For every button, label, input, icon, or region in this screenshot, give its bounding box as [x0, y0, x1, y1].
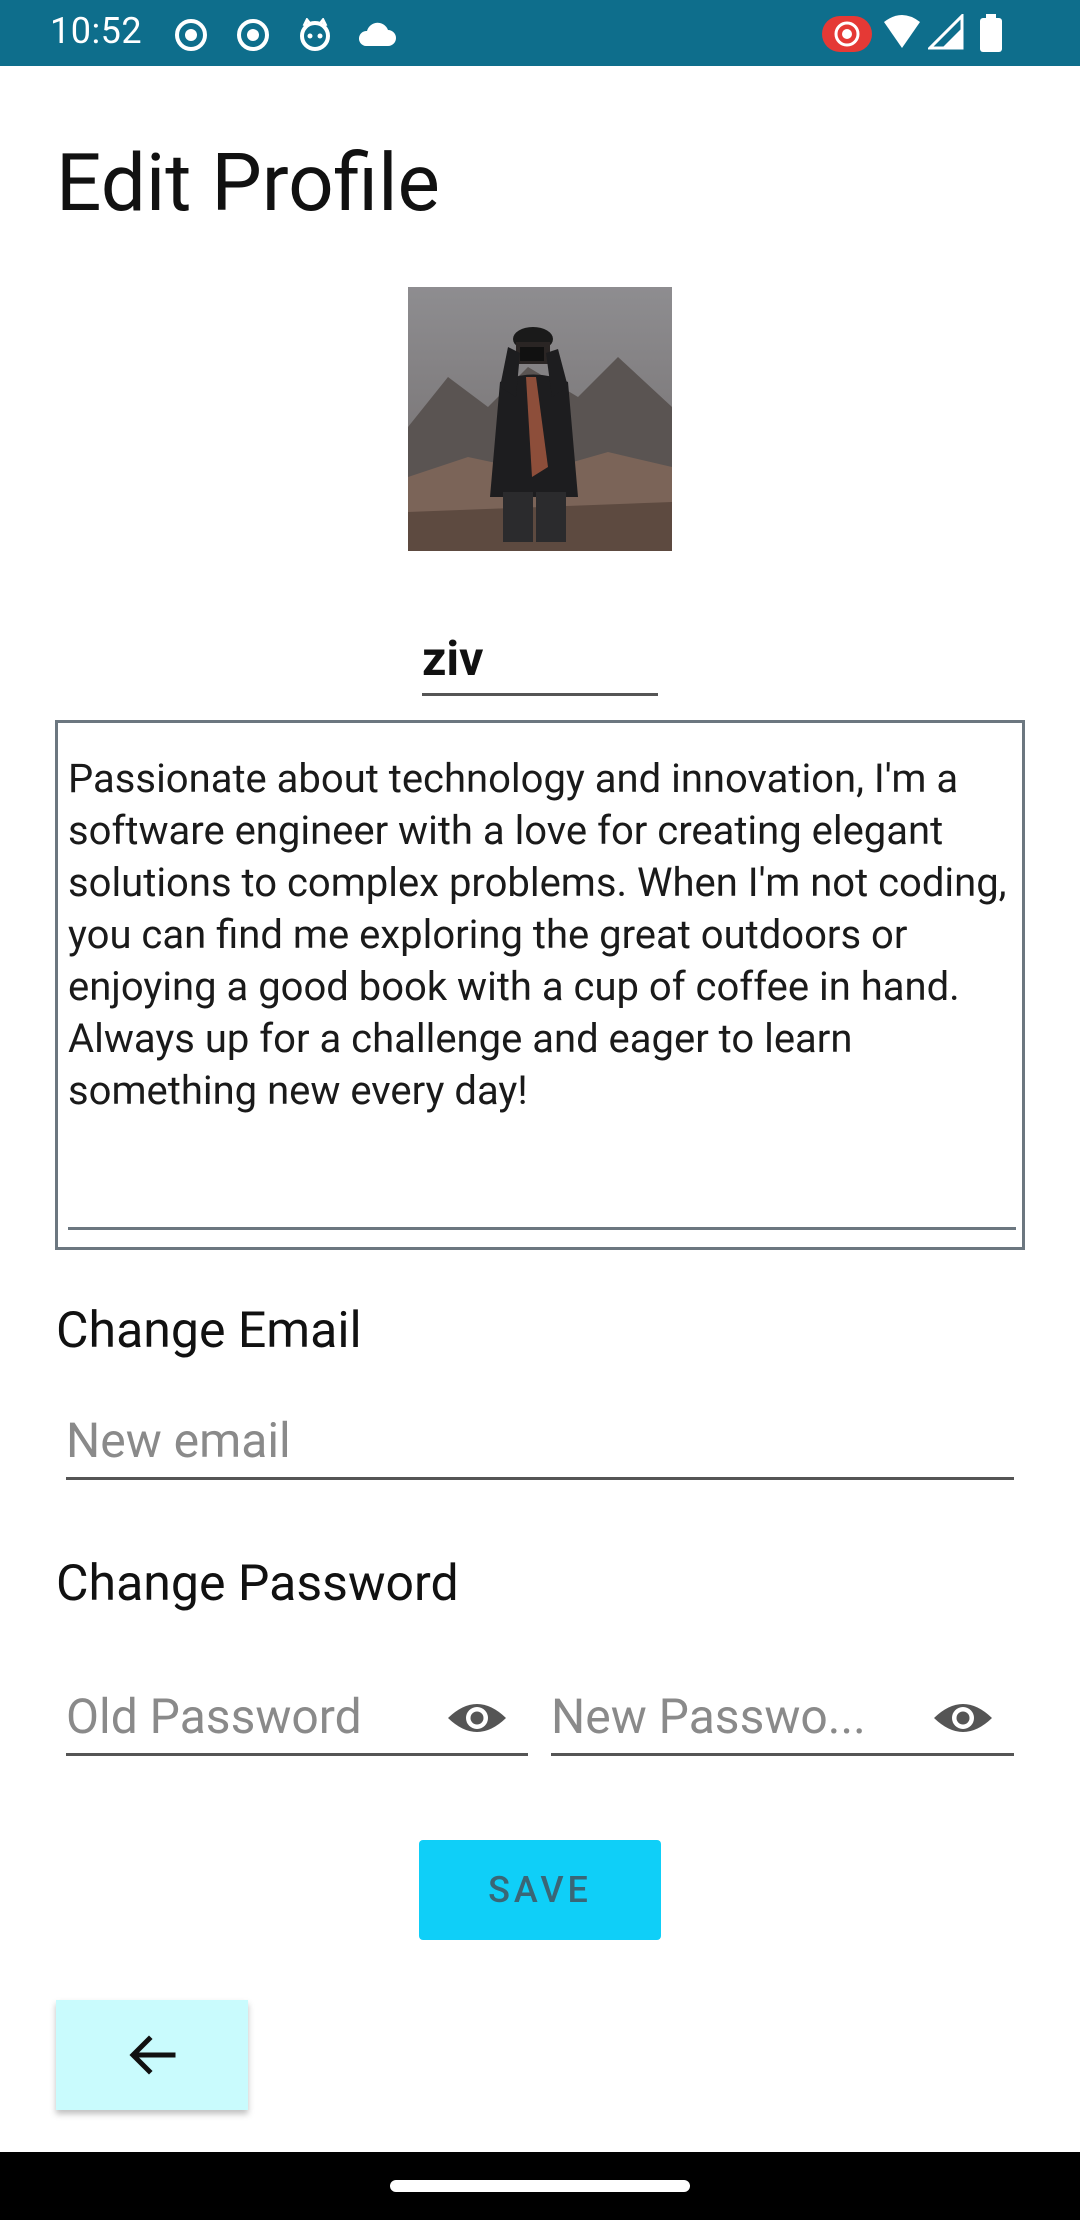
profile-photo	[408, 287, 672, 551]
back-button[interactable]	[56, 2000, 248, 2110]
bio-text: Passionate about technology and innovati…	[68, 755, 1007, 1114]
cast-icon	[822, 16, 872, 52]
username-value: ziv	[422, 630, 484, 687]
system-nav-bar	[0, 2152, 1080, 2220]
save-button-label: SAVE	[488, 1869, 592, 1911]
battery-icon	[980, 14, 1002, 52]
old-password-placeholder: Old Password	[66, 1688, 362, 1745]
wifi-icon	[884, 15, 920, 48]
show-password-eye-icon[interactable]	[932, 1696, 994, 1740]
cat-icon	[300, 18, 330, 51]
username-field[interactable]: ziv	[422, 626, 658, 696]
bio-textarea[interactable]: Passionate about technology and innovati…	[55, 720, 1025, 1250]
status-time: 10:52	[50, 10, 143, 52]
signal-icon	[928, 14, 964, 50]
new-email-input[interactable]: New email	[66, 1400, 1014, 1480]
new-password-input[interactable]: New Passwo...	[551, 1676, 1014, 1756]
cloud-icon	[358, 22, 396, 46]
change-password-label: Change Password	[56, 1555, 459, 1613]
save-button[interactable]: SAVE	[419, 1840, 661, 1940]
home-gesture-handle[interactable]	[390, 2180, 690, 2192]
bio-underline	[68, 1227, 1016, 1230]
arrow-back-icon	[129, 2035, 176, 2075]
change-email-label: Change Email	[56, 1302, 362, 1360]
profile-avatar[interactable]	[408, 287, 672, 551]
record-icon	[175, 19, 207, 51]
old-password-input[interactable]: Old Password	[66, 1676, 528, 1756]
new-password-placeholder: New Passwo...	[551, 1688, 866, 1745]
new-email-placeholder: New email	[66, 1412, 291, 1469]
show-password-eye-icon[interactable]	[446, 1696, 508, 1740]
page-title: Edit Profile	[56, 136, 440, 230]
status-bar: 10:52	[0, 0, 1080, 66]
record-icon	[237, 19, 269, 51]
